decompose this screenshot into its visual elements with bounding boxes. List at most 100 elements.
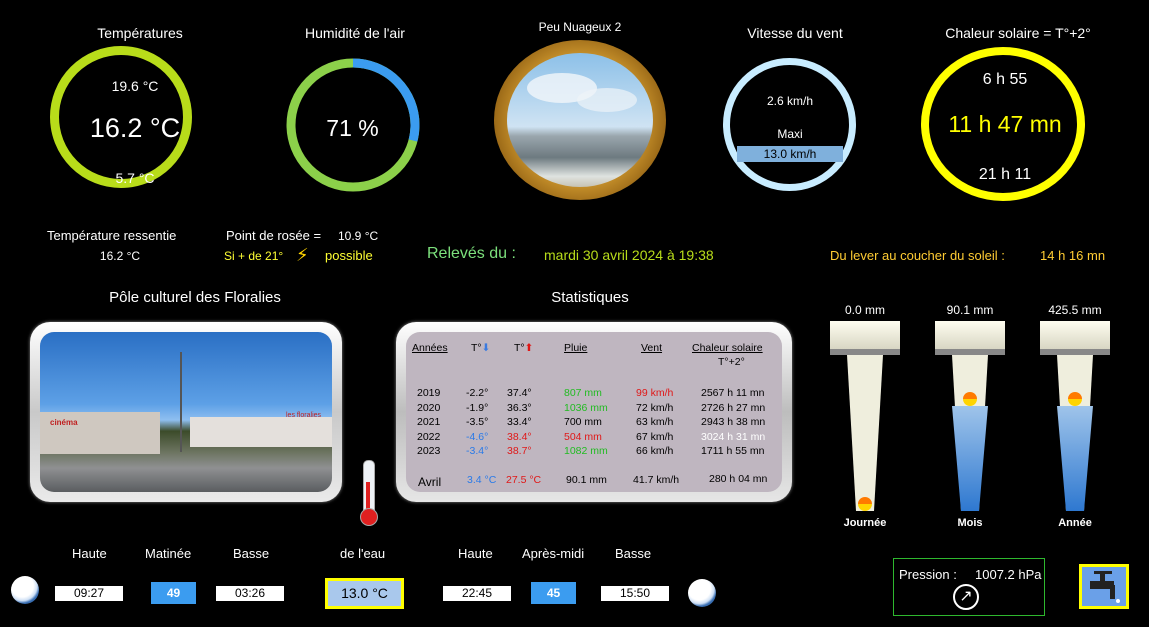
- pressure-label: Pression :: [899, 567, 957, 582]
- arrow-up-icon: ⬆: [524, 342, 534, 354]
- wind-title: Vitesse du vent: [747, 25, 843, 41]
- rain-year-float-icon: [1068, 392, 1082, 406]
- stats-subheader-sun: T°+2°: [718, 356, 745, 368]
- dew-point-value: 10.9 °C: [338, 229, 379, 243]
- stats-cell-year: 2023: [417, 445, 441, 457]
- stats-cell-wind: 99 km/h: [636, 387, 674, 399]
- rain-month-gauge: [935, 321, 1005, 511]
- rain-year-value: 425.5 mm: [1048, 303, 1102, 317]
- daylight-label: Du lever au coucher du soleil :: [830, 248, 1005, 263]
- dew-point-label: Point de rosée =: [226, 228, 322, 243]
- stats-cell-tmin: -3.4°: [466, 445, 489, 457]
- rain-month-float-icon: [963, 392, 977, 406]
- floralies-sign: les floralies: [286, 412, 322, 419]
- daylight-value: 14 h 16 mn: [1040, 248, 1106, 263]
- stats-cell-tmax: 37.4°: [507, 387, 532, 399]
- tide-morning-coef: 49: [151, 582, 196, 604]
- rain-day-float-icon: [858, 497, 872, 511]
- stats-month-wind: 41.7 km/h: [633, 474, 680, 486]
- stats-table: Années T°⬇ T°⬆ Pluie Vent Chaleur solair…: [396, 322, 792, 502]
- stats-cell-tmax: 33.4°: [507, 416, 532, 428]
- rain-year-label: Année: [1058, 517, 1092, 529]
- water-temperature-value: 13.0 °C: [325, 578, 404, 609]
- stats-cell-sun: 2943 h 38 mn: [701, 416, 766, 428]
- wind-max-label: Maxi: [777, 127, 803, 141]
- stats-cell-tmin: -3.5°: [466, 416, 489, 428]
- stats-header-tmin-label: T°: [471, 342, 482, 354]
- stats-header-sun: Chaleur solaire: [692, 342, 763, 354]
- stats-cell-wind: 72 km/h: [636, 401, 674, 414]
- sky-porthole-image: [494, 40, 666, 200]
- wind-current: 2.6 km/h: [766, 94, 814, 108]
- stats-cell-rain: 1082 mm: [564, 445, 608, 457]
- stats-cell-rain: 1036 mm: [564, 401, 608, 414]
- stats-cell-year: 2021: [417, 416, 441, 428]
- felt-temperature-label: Température ressentie: [47, 228, 177, 243]
- cinema-sign: cinéma: [50, 418, 78, 427]
- sunset-time: 21 h 11: [978, 166, 1032, 183]
- sky-condition: Peu Nuageux 2: [538, 20, 622, 34]
- tide-morning-low: 03:26: [216, 586, 284, 601]
- stats-cell-tmin: -1.9°: [466, 401, 489, 414]
- stats-header-tmin: T°⬇: [471, 342, 490, 354]
- temperature-current: 16.2 °C: [89, 113, 181, 143]
- tap-icon: [1090, 571, 1120, 603]
- tide-afternoon-coef: 45: [531, 582, 576, 604]
- clock-icon: [688, 579, 716, 607]
- rain-day-gauge: [830, 321, 900, 511]
- stats-header-years: Années: [412, 342, 448, 354]
- stats-cell-tmax: 38.7°: [507, 445, 532, 457]
- felt-temperature-value: 16.2 °C: [99, 249, 141, 263]
- stats-month-rain: 90.1 mm: [566, 474, 607, 486]
- tide-afternoon-low-label: Basse: [615, 546, 652, 561]
- stats-cell-sun: 1711 h 55 mn: [701, 445, 765, 457]
- stats-header-wind: Vent: [641, 342, 663, 354]
- stats-cell-rain: 807 mm: [564, 387, 602, 399]
- rain-day-label: Journée: [843, 517, 887, 529]
- cultural-center-photo: cinéma les floralies: [40, 332, 332, 492]
- thermometer-icon: [358, 460, 378, 526]
- tide-morning-low-label: Basse: [233, 546, 270, 561]
- rain-day-value: 0.0 mm: [844, 303, 885, 317]
- temperature-max: 19.6 °C: [111, 78, 159, 94]
- readings-datetime: mardi 30 avril 2024 à 19:38: [544, 247, 714, 263]
- stats-month-sun: 280 h 04 mn: [709, 473, 768, 485]
- stats-cell-tmax: 38.4°: [507, 430, 532, 443]
- stats-header-rain: Pluie: [564, 342, 588, 354]
- tide-afternoon-high: 22:45: [443, 586, 511, 601]
- stats-cell-sun: 2726 h 27 mn: [701, 401, 766, 414]
- stats-cell-sun: 3024 h 31 mn: [701, 430, 766, 443]
- stats-title: Statistiques: [551, 289, 629, 306]
- sunrise-time: 6 h 55: [982, 71, 1028, 88]
- stats-header-tmax-label: T°: [514, 342, 525, 354]
- stats-cell-year: 2020: [417, 401, 441, 414]
- storm-icon: ⚡: [296, 245, 309, 265]
- humidity-title: Humidité de l'air: [305, 25, 405, 41]
- tide-afternoon-low: 15:50: [601, 586, 669, 601]
- rain-month-value: 90.1 mm: [946, 303, 994, 317]
- wind-gauge: [723, 58, 856, 191]
- tide-afternoon-coef-label: Après-midi: [522, 546, 585, 561]
- photo-frame: cinéma les floralies: [30, 322, 342, 502]
- tide-morning-coef-label: Matinée: [145, 546, 192, 561]
- stats-month-tmax: 27.5 °C: [506, 474, 542, 486]
- dew-point-hint: Si + de 21°: [224, 249, 284, 263]
- stats-cell-wind: 63 km/h: [636, 416, 674, 428]
- arrow-down-icon: ⬇: [481, 342, 491, 354]
- stats-cell-year: 2019: [417, 387, 441, 399]
- stats-cell-tmin: -4.6°: [466, 430, 489, 443]
- stats-month-tmin: 3.4 °C: [467, 474, 497, 486]
- stats-month-label: Avril: [418, 475, 442, 489]
- tide-morning-high: 09:27: [55, 586, 123, 601]
- tools-button[interactable]: [1079, 564, 1129, 609]
- stats-cell-year: 2022: [417, 430, 441, 443]
- water-temperature-label: de l'eau: [340, 546, 386, 561]
- stats-cell-wind: 67 km/h: [636, 430, 674, 443]
- dew-point-hint-possible: possible: [325, 248, 373, 263]
- wind-max-value: 13.0 km/h: [737, 146, 843, 162]
- stats-cell-sun: 2567 h 11 mn: [701, 387, 765, 399]
- tide-morning-high-label: Haute: [72, 546, 107, 561]
- photo-title: Pôle culturel des Floralies: [109, 289, 281, 306]
- stats-header-tmax: T°⬆: [514, 342, 533, 354]
- rain-year-gauge: [1040, 321, 1110, 511]
